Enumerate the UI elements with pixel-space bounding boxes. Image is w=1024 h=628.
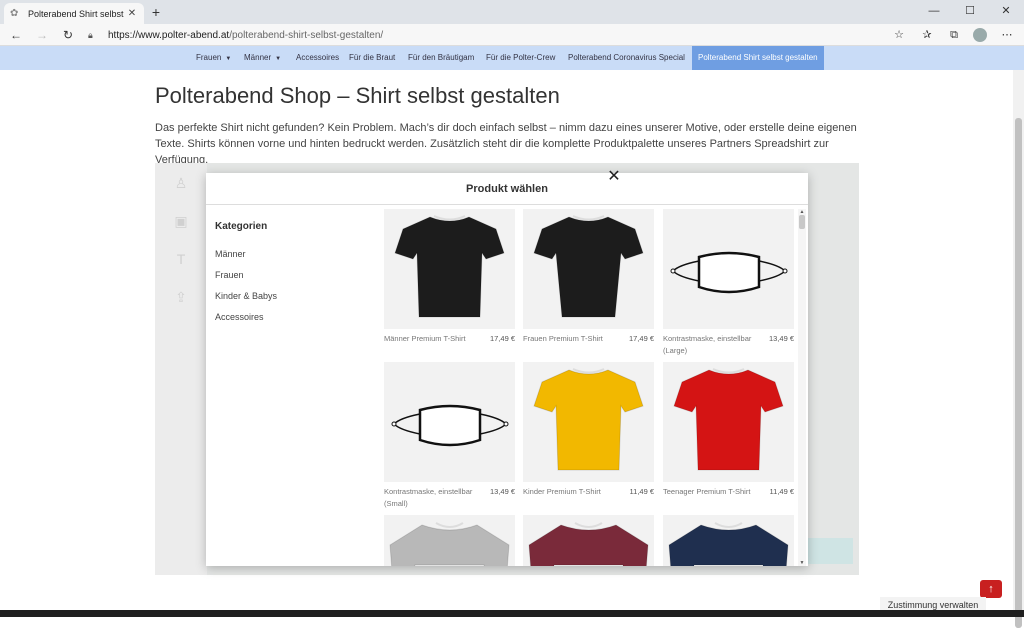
designer-action-button: [807, 538, 853, 564]
product-card[interactable]: Teenager Premium T-Shirt 11,49 €: [663, 362, 794, 496]
product-image[interactable]: [384, 362, 515, 482]
product-price: 11,49 €: [629, 487, 654, 496]
product-name: Kinder Premium T-Shirt: [523, 487, 601, 496]
minimize-icon[interactable]: —: [916, 0, 952, 24]
category-item-maenner[interactable]: Männer: [215, 249, 375, 270]
page-scrollbar[interactable]: [1013, 70, 1024, 628]
page-title: Polterabend Shop – Shirt selbst gestalte…: [155, 83, 560, 108]
nav-item-braeutigam[interactable]: Für den Bräutigam: [408, 46, 474, 70]
taskbar: [0, 610, 1024, 617]
product-image[interactable]: [384, 209, 515, 329]
product-price: 11,49 €: [769, 487, 794, 496]
reload-icon[interactable]: ↻: [58, 26, 78, 44]
product-card[interactable]: Kinder Premium T-Shirt 11,49 €: [523, 362, 654, 496]
product-image[interactable]: [663, 209, 794, 329]
category-item-accessoires[interactable]: Accessoires: [215, 312, 375, 333]
intro-text: Das perfekte Shirt nicht gefunden? Kein …: [155, 122, 857, 166]
modal-scrollbar-thumb[interactable]: [799, 215, 805, 229]
nav-item-maenner[interactable]: Männer ▼: [244, 46, 281, 70]
product-card[interactable]: [384, 515, 515, 566]
upload-icon: ⇪: [175, 289, 187, 305]
nav-item-frauen[interactable]: Frauen ▼: [196, 46, 231, 70]
caret-down-icon: ▼: [275, 56, 282, 62]
nav-item-braut[interactable]: Für die Braut: [349, 46, 395, 70]
modal-title: Produkt wählen: [206, 173, 808, 205]
product-name: Kontrastmaske, einstellbar (Large): [663, 334, 752, 355]
caret-down-icon: ▼: [225, 56, 232, 62]
category-item-frauen[interactable]: Frauen: [215, 270, 375, 291]
product-price: 17,49 €: [628, 334, 654, 343]
tab-bar: ✿ Polterabend Shirt selbst gestalten ✕ +…: [0, 0, 1024, 24]
product-price: 13,49 €: [768, 334, 794, 343]
tab-close-icon[interactable]: ✕: [126, 8, 138, 19]
modal-scrollbar[interactable]: ▲ ▼: [798, 209, 806, 566]
nav-label: Männer: [244, 53, 272, 62]
address-bar: ← → ↻ 🔒︎ https://www.polter-abend.at/polt…: [0, 24, 1024, 46]
more-icon[interactable]: ⋯: [998, 27, 1016, 43]
product-image[interactable]: [523, 362, 654, 482]
nav-item-shirt-gestalten[interactable]: Polterabend Shirt selbst gestalten: [692, 46, 824, 70]
categories-heading: Kategorien: [215, 221, 268, 232]
text-icon: T: [176, 251, 186, 267]
profile-avatar[interactable]: [973, 28, 987, 42]
product-image[interactable]: [384, 515, 515, 566]
category-item-kinder[interactable]: Kinder & Babys: [215, 291, 375, 312]
star-icon[interactable]: ☆: [890, 27, 908, 43]
maximize-icon[interactable]: ☐: [952, 0, 988, 24]
lock-icon: 🔒︎: [88, 30, 93, 40]
nav-label: Frauen: [196, 53, 222, 62]
nav-item-coronavirus[interactable]: Polterabend Coronavirus Special: [568, 46, 685, 70]
scrollbar-thumb[interactable]: [1015, 118, 1022, 628]
window-close-icon[interactable]: ✕: [988, 0, 1024, 24]
nav-item-polter-crew[interactable]: Für die Polter-Crew: [486, 46, 555, 70]
forward-arrow-icon[interactable]: →: [32, 26, 52, 44]
product-price: 17,49 €: [489, 334, 515, 343]
product-name: Frauen Premium T-Shirt: [523, 334, 603, 343]
nav-item-accessoires[interactable]: Accessoires: [296, 46, 339, 70]
image-icon: ▣: [174, 213, 188, 229]
designer-sidebar: ♙ ▣ T ⇪: [155, 163, 207, 575]
category-list: Kategorien Männer Frauen Kinder & Babys …: [215, 221, 375, 333]
product-name: Teenager Premium T-Shirt: [663, 487, 751, 496]
back-arrow-icon[interactable]: ←: [6, 26, 26, 44]
site-favicon-icon: ✿: [10, 7, 19, 19]
product-card[interactable]: [523, 515, 654, 566]
browser-tab[interactable]: ✿ Polterabend Shirt selbst gestalten ✕: [4, 3, 144, 24]
collections-icon[interactable]: ⧉: [945, 27, 963, 43]
shirt-icon: ♙: [174, 175, 188, 191]
product-image[interactable]: [663, 515, 794, 566]
product-image[interactable]: [523, 209, 654, 329]
favorites-icon[interactable]: ✰: [918, 27, 936, 43]
product-card[interactable]: Frauen Premium T-Shirt 17,49 €: [523, 209, 654, 343]
product-price: 13,49 €: [489, 487, 515, 496]
product-name: Kontrastmaske, einstellbar (Small): [384, 487, 473, 508]
site-navigation: Frauen ▼ Männer ▼ Accessoires Für die Brau…: [0, 46, 1024, 70]
url-field[interactable]: 🔒︎ https://www.polter-abend.at/polteraben…: [88, 27, 918, 43]
arrow-up-icon[interactable]: ↑: [980, 580, 1002, 598]
scroll-down-icon[interactable]: ▼: [798, 560, 806, 566]
url-domain: https://www.polter-abend.at: [108, 30, 230, 41]
product-grid: Männer Premium T-Shirt 17,49 € Frauen Prem…: [384, 209, 796, 566]
product-select-modal: Produkt wählen Kategorien Männer Frauen …: [206, 173, 808, 566]
modal-close-icon[interactable]: ✕: [604, 167, 624, 187]
product-card[interactable]: [663, 515, 794, 566]
new-tab-button[interactable]: +: [148, 4, 164, 20]
product-image[interactable]: [523, 515, 654, 566]
product-card[interactable]: Männer Premium T-Shirt 17,49 €: [384, 209, 515, 343]
product-card[interactable]: Kontrastmaske, einstellbar (Small) 13,49 …: [384, 362, 515, 508]
product-name: Männer Premium T-Shirt: [384, 334, 466, 343]
product-card[interactable]: Kontrastmaske, einstellbar (Large) 13,49 …: [663, 209, 794, 355]
tab-title: Polterabend Shirt selbst gestalten: [28, 8, 126, 19]
url-path: /polterabend-shirt-selbst-gestalten/: [229, 30, 384, 41]
product-image[interactable]: [663, 362, 794, 482]
